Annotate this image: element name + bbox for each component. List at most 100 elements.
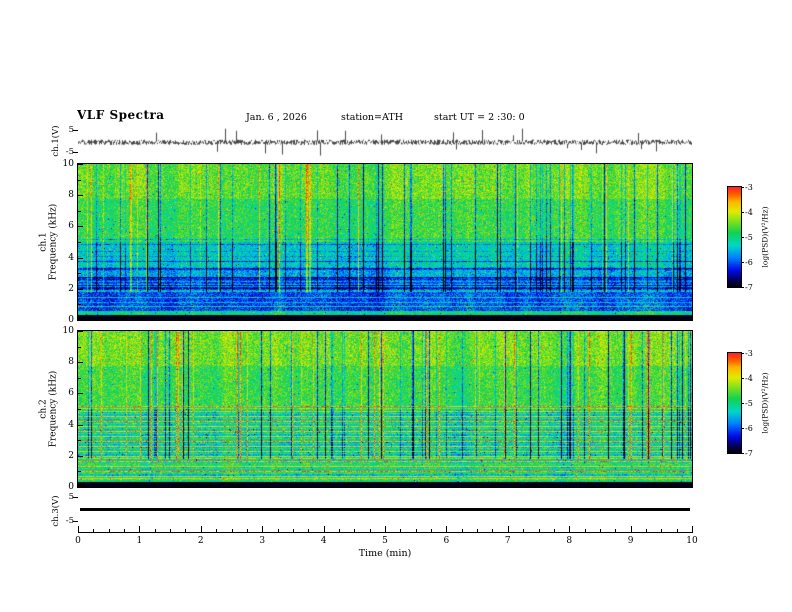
colorbar-ch1-tick-mark xyxy=(741,237,744,238)
wave1-y-tick-label: -5 xyxy=(65,147,74,157)
spec1-y-minor-tick-mark xyxy=(78,242,81,243)
spec1-y-tick-label: 6 xyxy=(68,221,74,232)
colorbar-ch2-tick-mark xyxy=(741,378,744,379)
spec2-y-tick-label: 4 xyxy=(68,419,74,430)
x-tick-mark xyxy=(692,526,693,532)
x-minor-tick-mark xyxy=(369,529,371,532)
spec1-y-minor-tick-mark xyxy=(78,304,81,306)
spec2-y-tick-mark xyxy=(78,455,83,457)
spec1-y-tick-label: 2 xyxy=(68,283,74,294)
colorbar-ch1-tick-label: -5 xyxy=(745,232,753,242)
x-tick-mark xyxy=(78,526,79,532)
spec2-y-tick-label: 0 xyxy=(68,482,74,492)
colorbar-ch2-tick-label: -6 xyxy=(745,423,753,433)
spec1-y-tick-label: 10 xyxy=(62,159,74,169)
header-date: Jan. 6 , 2026 xyxy=(246,112,307,123)
colorbar-ch2-label: log(PSD)(V²/Hz) xyxy=(760,372,770,434)
x-tick-label: 3 xyxy=(259,536,266,546)
spec2-y-tick-mark xyxy=(78,331,83,332)
x-tick-mark xyxy=(630,526,632,532)
wave3-y-tick-mark xyxy=(73,497,78,498)
x-tick-label: 4 xyxy=(320,536,327,546)
colorbar-ch2-tick-mark xyxy=(741,428,744,429)
colorbar-ch1-tick-mark xyxy=(741,187,744,188)
colorbar-ch1-tick-label: -4 xyxy=(745,207,753,217)
ch2-spectrogram-plot xyxy=(77,330,693,488)
x-minor-tick-mark xyxy=(216,529,218,532)
spec1-y-tick-label: 8 xyxy=(68,190,74,201)
x-minor-tick-mark xyxy=(108,529,110,532)
colorbar-ch2-tick-label: -7 xyxy=(745,448,753,458)
x-minor-tick-mark xyxy=(584,529,586,532)
colorbar-ch1-tick-mark xyxy=(741,262,744,263)
ch2-frequency-axis-label-channel: ch.2 xyxy=(38,399,49,419)
x-tick-mark xyxy=(385,526,386,532)
wave3-y-tick-mark xyxy=(73,521,78,522)
x-minor-tick-mark xyxy=(461,529,463,532)
x-minor-tick-mark xyxy=(431,529,433,532)
ch1-frequency-axis-label: ch.1 Frequency (kHz) xyxy=(39,204,60,281)
x-tick-label: 2 xyxy=(197,536,204,546)
x-minor-tick-mark xyxy=(400,529,402,532)
colorbar-ch1-label: log(PSD)(V²/Hz) xyxy=(760,206,770,268)
x-minor-tick-mark xyxy=(308,529,310,532)
x-tick-mark xyxy=(139,526,141,532)
spec2-y-minor-tick-mark xyxy=(78,377,81,379)
x-minor-tick-mark xyxy=(292,529,294,532)
colorbar-ch2-tick-mark xyxy=(741,403,744,404)
spec1-y-minor-tick-mark xyxy=(78,179,81,181)
spec2-y-minor-tick-mark xyxy=(78,346,81,348)
x-axis-line xyxy=(78,532,693,533)
x-minor-tick-mark xyxy=(170,529,172,532)
x-minor-tick-mark xyxy=(538,529,540,532)
x-minor-tick-mark xyxy=(231,529,233,532)
x-tick-label: 8 xyxy=(566,536,573,546)
spec1-y-minor-tick-mark xyxy=(78,273,81,275)
colorbar-ch2-tick-label: -3 xyxy=(745,348,753,358)
x-minor-tick-mark xyxy=(492,529,494,532)
x-minor-tick-mark xyxy=(154,529,156,532)
colorbar-ch1 xyxy=(727,186,742,288)
x-minor-tick-mark xyxy=(124,529,126,532)
spec2-y-tick-label: 10 xyxy=(62,326,74,336)
wave3-y-tick-label: -5 xyxy=(65,516,74,526)
spec2-y-tick-label: 6 xyxy=(68,388,74,399)
spec1-y-tick-mark xyxy=(78,226,83,228)
x-minor-tick-mark xyxy=(354,529,356,532)
ch2-frequency-axis-label-text: Frequency (kHz) xyxy=(49,370,59,448)
spec2-y-tick-label: 8 xyxy=(68,357,74,368)
spec2-y-tick-mark xyxy=(78,362,83,364)
spec2-y-tick-mark xyxy=(78,486,83,487)
x-tick-mark xyxy=(569,526,571,532)
spec1-y-tick-mark xyxy=(78,319,83,320)
colorbar-ch2-tick-label: -5 xyxy=(745,398,753,408)
x-axis-title: Time (min) xyxy=(358,548,412,559)
colorbar-ch2-tick-label: -4 xyxy=(745,373,753,383)
header-station: station=ATH xyxy=(341,112,403,123)
figure-title: VLF Spectra xyxy=(77,108,165,122)
spec2-y-tick-mark xyxy=(78,393,83,395)
colorbar-ch1-tick-label: -3 xyxy=(745,182,753,192)
spec1-y-tick-mark xyxy=(78,195,83,197)
colorbar-ch1-tick-mark xyxy=(741,212,744,213)
ch1-frequency-axis-label-channel: ch.1 xyxy=(38,232,49,252)
spec1-y-tick-mark xyxy=(78,257,83,259)
colorbar-ch1-tick-label: -7 xyxy=(745,282,753,292)
x-tick-label: 7 xyxy=(504,536,511,546)
colorbar-ch2 xyxy=(727,352,742,454)
wave1-y-tick-mark xyxy=(73,130,78,131)
colorbar-ch1-tick-mark xyxy=(741,287,744,288)
spec1-y-minor-tick-mark xyxy=(78,210,81,212)
ch1-frequency-axis-label-text: Frequency (kHz) xyxy=(49,203,59,281)
colorbar-ch2-tick-mark xyxy=(741,353,744,354)
x-tick-label: 6 xyxy=(443,536,450,546)
colorbar-ch1-tick-label: -6 xyxy=(745,257,753,267)
ch1-waveform-plot xyxy=(78,127,692,157)
x-minor-tick-mark xyxy=(676,529,678,532)
x-tick-mark xyxy=(507,526,509,532)
spec2-y-tick-mark xyxy=(78,424,83,426)
vlf-spectra-figure: VLF Spectra Jan. 6 , 2026 station=ATH st… xyxy=(0,0,792,612)
x-minor-tick-mark xyxy=(645,529,647,532)
x-tick-mark xyxy=(323,526,325,532)
spec1-y-tick-label: 0 xyxy=(68,315,74,325)
